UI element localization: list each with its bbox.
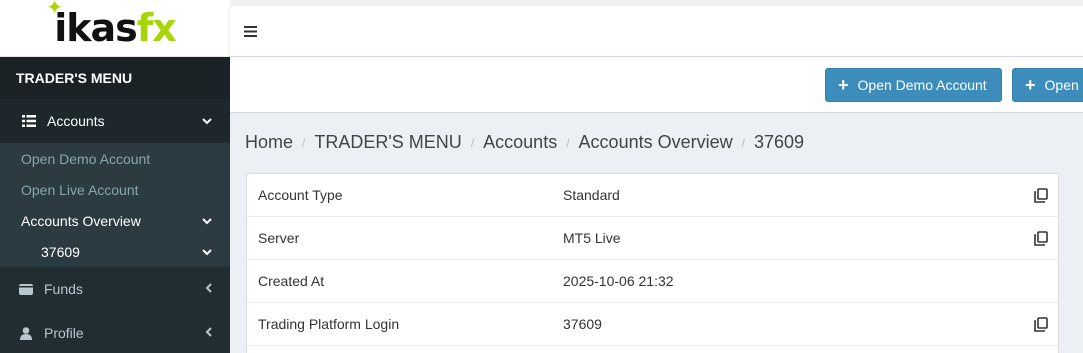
breadcrumb: Home / TRADER'S MENU / Accounts / Accoun… (245, 132, 804, 153)
breadcrumb-traders-menu[interactable]: TRADER'S MENU (314, 132, 461, 153)
chevron-down-icon (202, 214, 212, 228)
brand-logo: ✦ ikasfx (46, 0, 177, 47)
accounts-submenu: Open Demo Account Open Live Account Acco… (0, 143, 230, 267)
open-live-account-button[interactable]: + Open Live Account (1012, 68, 1083, 102)
sidebar-item-label: 37609 (41, 243, 80, 260)
row-label: Account Type (258, 187, 343, 203)
sidebar-item-label: Accounts (47, 113, 105, 129)
row-value: 2025-10-06 21:32 (563, 273, 674, 289)
breadcrumb-separator: / (470, 135, 475, 150)
sidebar-item-account-37609[interactable]: 37609 (0, 236, 230, 267)
sidebar-item-funds[interactable]: Funds (0, 267, 230, 311)
sidebar-header: TRADER'S MENU (0, 57, 230, 99)
chevron-down-icon (202, 114, 212, 128)
sidebar: ✦ ikasfx TRADER'S MENU Accounts Open Dem… (0, 0, 230, 353)
breadcrumb-current: 37609 (753, 132, 805, 152)
chevron-left-icon (205, 282, 212, 296)
chevron-left-icon (205, 326, 212, 340)
breadcrumb-home[interactable]: Home (245, 132, 293, 153)
table-row: Server MT5 Live (247, 217, 1058, 260)
sidebar-item-open-demo[interactable]: Open Demo Account (0, 143, 230, 174)
table-row: Created At 2025-10-06 21:32 (247, 260, 1058, 303)
breadcrumb-separator: / (302, 135, 306, 150)
breadcrumb-separator: / (566, 135, 570, 150)
spark-icon: ✦ (46, 0, 63, 19)
copy-icon[interactable] (1034, 231, 1048, 246)
action-bar: + Open Demo Account + Open Live Account (230, 57, 1083, 113)
plus-icon: + (838, 75, 849, 95)
table-row: Trading Platform Login 37609 (247, 303, 1058, 346)
row-value: Standard (563, 187, 620, 203)
user-icon (18, 326, 34, 340)
sidebar-item-profile[interactable]: Profile (0, 311, 230, 353)
row-label: Server (258, 230, 300, 246)
list-icon (21, 115, 37, 127)
plus-icon: + (1025, 75, 1036, 95)
hamburger-icon[interactable] (244, 20, 257, 43)
wallet-icon (18, 283, 34, 295)
sidebar-item-accounts[interactable]: Accounts (0, 99, 230, 143)
account-details-table: Account Type Standard Server MT5 Live Cr… (246, 173, 1059, 353)
button-label: Open Live Account (1044, 77, 1083, 93)
row-label: Trading Platform Login (258, 316, 400, 332)
row-label: Created At (258, 273, 325, 289)
breadcrumb-accounts-overview[interactable]: Accounts Overview (579, 132, 733, 153)
breadcrumb-separator: / (741, 135, 745, 150)
chevron-down-icon (202, 245, 212, 259)
row-value: 37609 (563, 316, 602, 332)
sidebar-item-label: Funds (44, 281, 83, 297)
open-demo-account-button[interactable]: + Open Demo Account (825, 68, 1002, 102)
table-row: Account Type Standard (247, 174, 1058, 217)
row-value: MT5 Live (563, 230, 621, 246)
topbar (230, 6, 1083, 57)
sidebar-item-accounts-overview[interactable]: Accounts Overview (0, 205, 230, 236)
copy-icon[interactable] (1034, 188, 1048, 203)
breadcrumb-accounts[interactable]: Accounts (483, 132, 557, 153)
button-label: Open Demo Account (857, 77, 987, 93)
sidebar-item-label: Accounts Overview (21, 212, 141, 229)
sidebar-item-label: Profile (44, 325, 84, 341)
copy-icon[interactable] (1034, 317, 1048, 332)
sidebar-item-open-live[interactable]: Open Live Account (0, 174, 230, 205)
logo-container[interactable]: ✦ ikasfx (0, 0, 230, 57)
